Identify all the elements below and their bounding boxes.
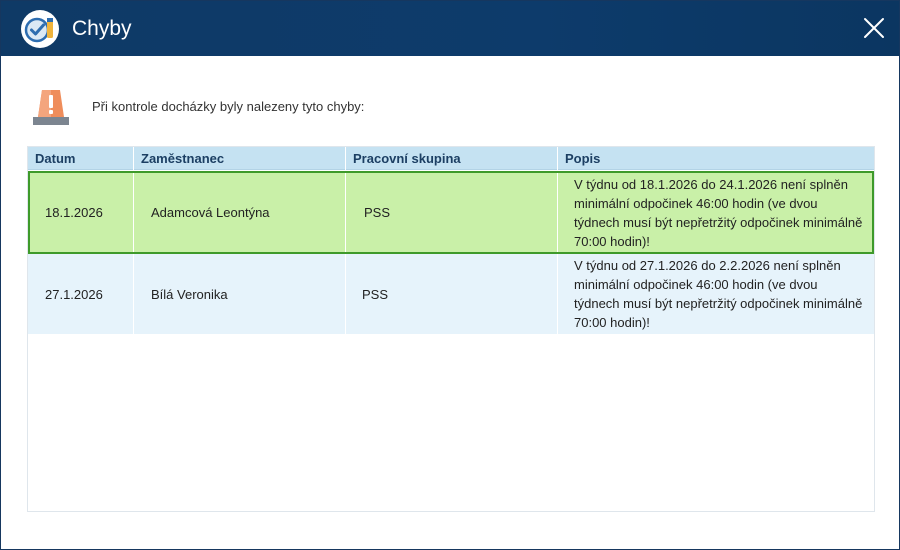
cell-popis: V týdnu od 18.1.2026 do 24.1.2026 není s… <box>558 173 874 252</box>
cell-zamestnanec-text: Adamcová Leontýna <box>151 205 270 220</box>
table-row[interactable]: 27.1.2026 Bílá Veronika PSS V týdnu od 2… <box>28 254 874 334</box>
table-row[interactable]: 18.1.2026 Adamcová Leontýna PSS V týdnu … <box>28 171 874 254</box>
check-badge-icon <box>20 9 60 49</box>
cell-skupina: PSS <box>346 173 558 252</box>
close-icon[interactable] <box>861 15 887 41</box>
cell-skupina-text: PSS <box>364 205 391 220</box>
warning-beacon-icon <box>31 86 71 126</box>
window-title: Chyby <box>72 17 132 40</box>
cell-datum: 27.1.2026 <box>28 254 134 334</box>
cell-datum-text: 27.1.2026 <box>45 286 103 302</box>
cell-zamestnanec: Adamcová Leontýna <box>134 173 346 252</box>
error-message: Při kontrole docházky byly nalezeny tyto… <box>92 99 365 114</box>
cell-skupina-text: PSS <box>362 286 389 302</box>
errors-dialog: Chyby Při kontrole docházky byly nalezen… <box>0 0 900 550</box>
title-bar: Chyby <box>1 1 899 56</box>
column-header-zamestnanec[interactable]: Zaměstnanec <box>134 147 346 170</box>
column-header-datum[interactable]: Datum <box>28 147 134 170</box>
cell-datum: 18.1.2026 <box>30 173 134 252</box>
table-header: Datum Zaměstnanec Pracovní skupina Popis <box>28 147 874 170</box>
cell-popis-text: V týdnu od 18.1.2026 do 24.1.2026 není s… <box>574 176 863 249</box>
cell-popis-text: V týdnu od 27.1.2026 do 2.2.2026 není sp… <box>574 258 863 330</box>
cell-datum-text: 18.1.2026 <box>45 205 103 220</box>
column-header-skupina[interactable]: Pracovní skupina <box>346 147 558 170</box>
cell-zamestnanec: Bílá Veronika <box>134 254 346 334</box>
cell-popis: V týdnu od 27.1.2026 do 2.2.2026 není sp… <box>558 254 874 334</box>
column-header-popis[interactable]: Popis <box>558 147 874 170</box>
cell-skupina: PSS <box>346 254 558 334</box>
errors-table: Datum Zaměstnanec Pracovní skupina Popis… <box>27 146 875 512</box>
cell-zamestnanec-text: Bílá Veronika <box>151 286 228 302</box>
